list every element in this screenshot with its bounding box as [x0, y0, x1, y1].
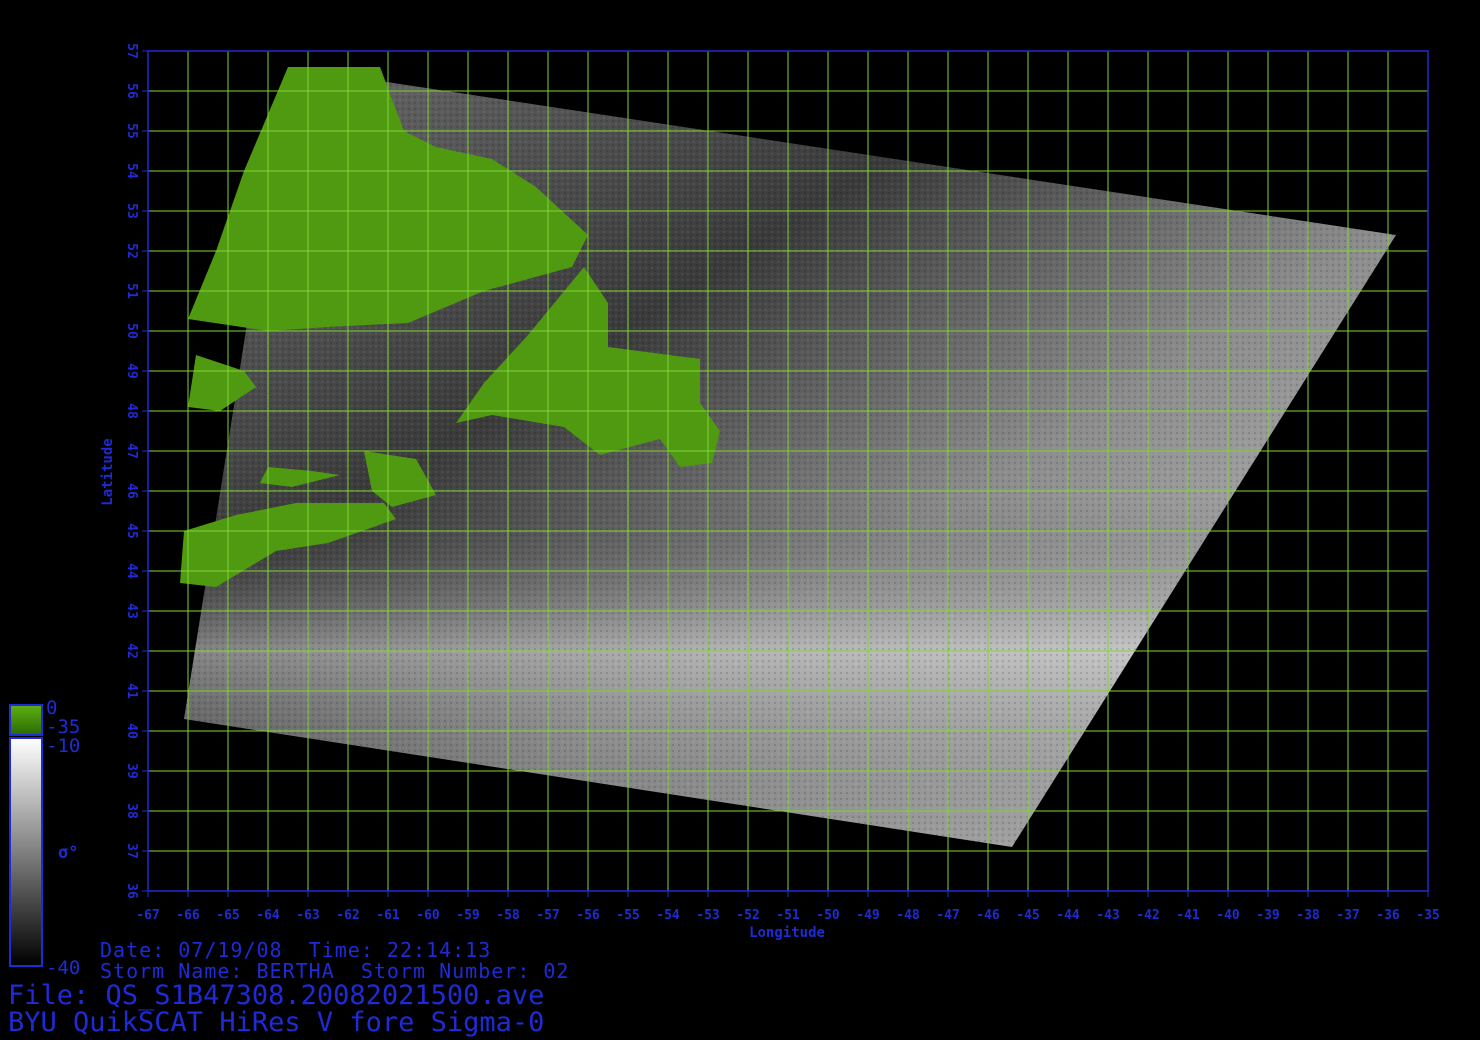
x-tick-label: -47 — [936, 908, 959, 923]
x-tick-label: -59 — [456, 908, 479, 923]
colorbar: 0 -35 -10 -40 σ° — [9, 697, 80, 979]
x-tick-label: -66 — [176, 908, 200, 923]
x-tick-label: -39 — [1256, 908, 1279, 923]
y-tick-label: 46 — [124, 483, 139, 499]
y-tick-label: 47 — [124, 443, 139, 459]
x-tick-label: -64 — [256, 908, 280, 923]
x-tick-label: -51 — [776, 908, 800, 923]
x-tick-label: -67 — [136, 908, 159, 923]
x-tick-label: -61 — [376, 908, 400, 923]
x-tick-label: -45 — [1016, 908, 1039, 923]
product-line: BYU QuikSCAT HiRes V fore Sigma-0 — [8, 1007, 545, 1038]
y-tick-label: 52 — [124, 243, 139, 259]
colorbar-land-segment — [9, 704, 43, 736]
x-tick-label: -52 — [736, 908, 759, 923]
y-tick-label: 56 — [124, 83, 139, 99]
x-tick-label: -38 — [1296, 908, 1320, 923]
colorbar-sigma-segment — [9, 737, 43, 967]
y-tick-label: 53 — [124, 203, 139, 219]
y-tick-label: 48 — [124, 403, 139, 419]
y-tick-label: 41 — [124, 683, 139, 699]
y-tick-label: 51 — [124, 283, 139, 299]
y-tick-label: 43 — [124, 603, 139, 619]
colorbar-sigma-top-label: -10 — [46, 735, 80, 757]
x-tick-label: -36 — [1376, 908, 1400, 923]
x-tick-label: -49 — [856, 908, 879, 923]
y-axis-label: Latitude — [100, 438, 116, 505]
x-tick-label: -48 — [896, 908, 920, 923]
x-tick-label: -60 — [416, 908, 440, 923]
y-tick-label: 57 — [124, 43, 139, 59]
y-tick-label: 36 — [124, 883, 139, 899]
colorbar-sigma-bottom-label: -40 — [46, 957, 80, 979]
longitude-tick-labels: -67 -66 -65 -64 -63 -62 -61 -60 -59 -58 -57 -56 -55 -… — [136, 891, 1440, 923]
x-tick-label: -54 — [656, 908, 680, 923]
x-tick-label: -44 — [1056, 908, 1080, 923]
x-tick-label: -56 — [576, 908, 600, 923]
y-tick-label: 38 — [124, 803, 139, 819]
y-tick-label: 37 — [124, 843, 139, 859]
y-tick-label: 54 — [124, 163, 139, 179]
map-figure: -67 -66 -65 -64 -63 -62 -61 -60 -59 -58 -57 -56 -55 -… — [9, 43, 1440, 979]
colorbar-units-label: σ° — [58, 843, 78, 863]
y-tick-label: 55 — [124, 123, 139, 139]
x-tick-label: -43 — [1096, 908, 1119, 923]
x-tick-label: -53 — [696, 908, 719, 923]
y-tick-label: 45 — [124, 523, 139, 539]
x-tick-label: -58 — [496, 908, 520, 923]
x-tick-label: -46 — [976, 908, 1000, 923]
x-tick-label: -40 — [1216, 908, 1240, 923]
y-tick-label: 40 — [124, 723, 139, 739]
x-tick-label: -55 — [616, 908, 639, 923]
y-tick-label: 44 — [124, 563, 139, 579]
y-tick-label: 49 — [124, 363, 139, 379]
latitude-tick-labels: 36 37 38 39 40 41 42 43 44 45 46 47 48 49 50 51 52 53 54 55… — [124, 43, 148, 899]
x-tick-label: -37 — [1336, 908, 1359, 923]
x-tick-label: -63 — [296, 908, 319, 923]
x-tick-label: -62 — [336, 908, 359, 923]
y-tick-label: 42 — [124, 643, 139, 659]
x-tick-label: -42 — [1136, 908, 1159, 923]
x-tick-label: -41 — [1176, 908, 1200, 923]
x-tick-label: -57 — [536, 908, 559, 923]
x-tick-label: -35 — [1416, 908, 1439, 923]
y-tick-label: 39 — [124, 763, 139, 779]
x-axis-label: Longitude — [749, 925, 825, 941]
x-tick-label: -50 — [816, 908, 840, 923]
x-tick-label: -65 — [216, 908, 239, 923]
y-tick-label: 50 — [124, 323, 139, 339]
